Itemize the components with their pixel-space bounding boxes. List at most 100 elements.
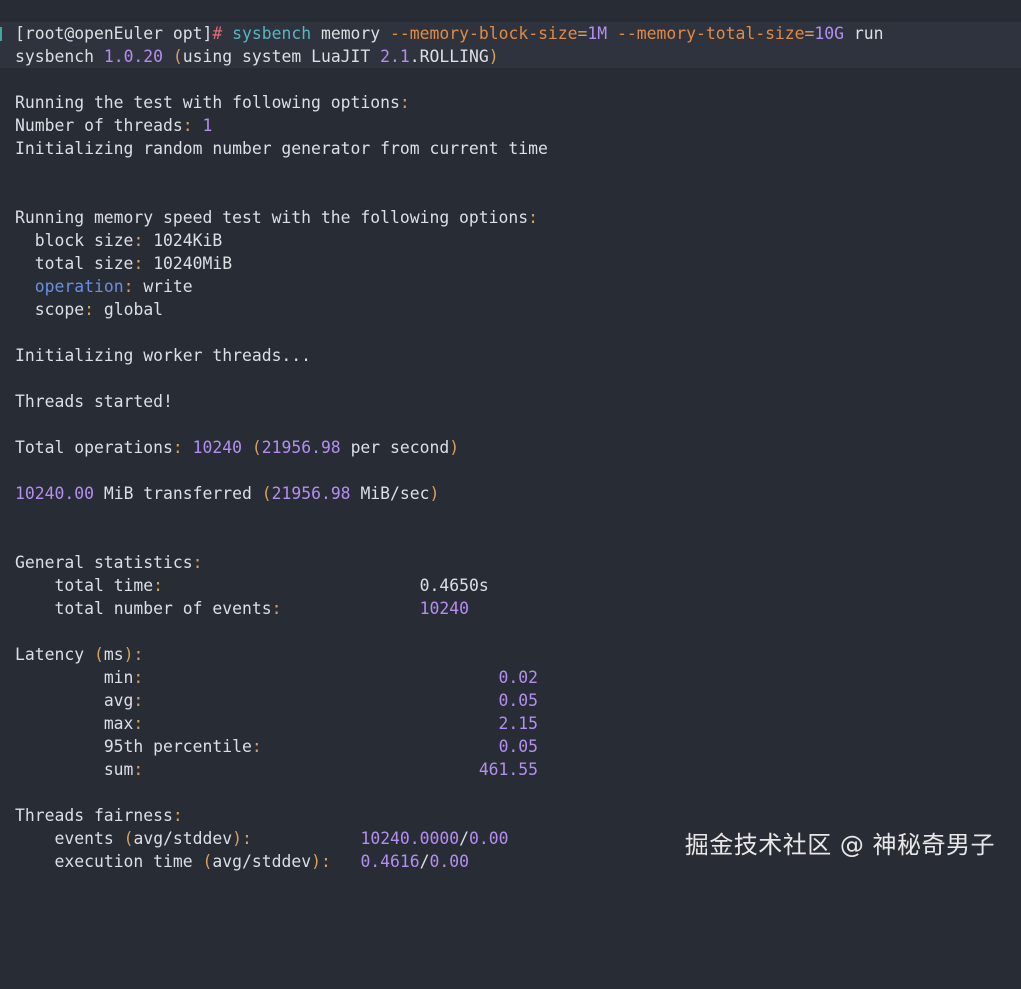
watermark: 掘金技术社区 @ 神秘奇男子 xyxy=(684,831,995,859)
paren-close: ) xyxy=(429,484,440,503)
colon: : xyxy=(242,829,252,848)
latency-row: min: 0.02 xyxy=(15,666,538,689)
flag-total-size-value: 10G xyxy=(814,24,845,43)
prompt-bracket-close: ] xyxy=(202,24,213,43)
luajit-suffix: .ROLLING xyxy=(409,47,489,66)
transferred-text: MiB transferred xyxy=(103,484,252,503)
operation-line: operation: write xyxy=(15,275,193,298)
prompt-line: [root@openEuler opt]# sysbench memory --… xyxy=(15,22,884,45)
command-arg-run: run xyxy=(853,24,884,43)
prompt-user-host: root@openEuler opt xyxy=(24,24,203,43)
operation-value: write xyxy=(143,277,193,296)
threads-started-text: Threads started! xyxy=(15,392,173,411)
total-events-line: total number of events: 10240 xyxy=(15,597,468,620)
colon: : xyxy=(133,254,144,273)
total-time-label: total time xyxy=(54,576,154,595)
version-number: 1.0.20 xyxy=(103,47,164,66)
colon: : xyxy=(320,852,331,871)
exec-value: 0.4616 xyxy=(360,852,420,871)
latency-value: 2.15 xyxy=(498,714,539,733)
colon: : xyxy=(133,691,144,710)
version-line: sysbench 1.0.20 (using system LuaJIT 2.1… xyxy=(15,45,499,68)
paren-open: ( xyxy=(261,484,272,503)
flag-block-size: --memory-block-size xyxy=(390,24,578,43)
latency-header: Latency (ms): xyxy=(15,643,143,666)
transferred-line: 10240.00 MiB transferred (21956.98 MiB/s… xyxy=(15,482,439,505)
exec-stddev: 0.00 xyxy=(429,852,470,871)
paren-open: ( xyxy=(202,852,213,871)
latency-value: 0.05 xyxy=(498,737,539,756)
latency-row: avg: 0.05 xyxy=(15,689,538,712)
colon: : xyxy=(133,760,144,779)
total-ops-unit: per second xyxy=(350,438,450,457)
transferred-rate: 21956.98 xyxy=(271,484,351,503)
total-size-label: total size xyxy=(34,254,134,273)
options-header-text: Running the test with following options xyxy=(15,93,400,112)
threads-label: Number of threads xyxy=(15,116,183,135)
exec-label: execution time xyxy=(54,852,193,871)
total-size-line: total size: 10240MiB xyxy=(15,252,232,275)
block-size-label: block size xyxy=(34,231,134,250)
latency-label: 95th percentile xyxy=(103,737,252,756)
paren-close: ) xyxy=(488,47,499,66)
terminal-window[interactable]: [root@openEuler opt]# sysbench memory --… xyxy=(0,0,1021,884)
colon: : xyxy=(84,300,94,319)
total-events-label: total number of events xyxy=(54,599,272,618)
init-workers-text: Initializing worker threads... xyxy=(15,346,312,365)
paren-open: ( xyxy=(172,47,183,66)
rng-text: Initializing random number generator fro… xyxy=(15,139,548,158)
latency-label: sum xyxy=(103,760,134,779)
paren-close: ) xyxy=(123,645,134,664)
latency-row: 95th percentile: 0.05 xyxy=(15,735,538,758)
flag-eq: = xyxy=(577,24,588,43)
latency-unit: ms xyxy=(103,645,124,664)
total-size-value: 10240MiB xyxy=(153,254,233,273)
paren-close: ) xyxy=(232,829,243,848)
threads-line: Number of threads: 1 xyxy=(15,114,212,137)
colon: : xyxy=(251,737,262,756)
luajit-version: 2.1 xyxy=(380,47,410,66)
colon: : xyxy=(153,576,164,595)
flag-eq: = xyxy=(804,24,815,43)
prompt-bracket-open: [ xyxy=(15,24,25,43)
general-header: General statistics: xyxy=(15,551,203,574)
mem-header-text: Running memory speed test with the follo… xyxy=(15,208,529,227)
latency-label: min xyxy=(103,668,134,687)
paren-close: ) xyxy=(311,852,321,871)
colon: : xyxy=(172,438,183,457)
general-header-text: General statistics xyxy=(15,553,193,572)
colon: : xyxy=(133,668,144,687)
operation-label: operation xyxy=(34,277,124,296)
fairness-exec-line: execution time (avg/stddev): 0.4616/0.00 xyxy=(15,850,469,873)
latency-header-text: Latency xyxy=(15,645,85,664)
transferred-unit: MiB/sec xyxy=(360,484,430,503)
colon: : xyxy=(172,806,183,825)
colon: : xyxy=(133,231,144,250)
total-ops-label: Total operations xyxy=(15,438,173,457)
exec-paren-text: avg/stddev xyxy=(212,852,312,871)
paren-open: ( xyxy=(123,829,134,848)
paren-open: ( xyxy=(251,438,262,457)
fairness-header: Threads fairness: xyxy=(15,804,183,827)
colon: : xyxy=(271,599,282,618)
events-paren-text: avg/stddev xyxy=(133,829,233,848)
colon: : xyxy=(399,93,410,112)
mem-header: Running memory speed test with the follo… xyxy=(15,206,538,229)
latency-label: max xyxy=(103,714,134,733)
latency-value: 0.05 xyxy=(498,691,539,710)
latency-label: avg xyxy=(103,691,134,710)
version-text: using system LuaJIT xyxy=(182,47,371,66)
block-size-value: 1024KiB xyxy=(153,231,223,250)
colon: : xyxy=(182,116,193,135)
latency-row: sum: 461.55 xyxy=(15,758,538,781)
colon: : xyxy=(133,645,144,664)
total-ops-line: Total operations: 10240 (21956.98 per se… xyxy=(15,436,459,459)
rng-line: Initializing random number generator fro… xyxy=(15,137,548,160)
command-arg-memory: memory xyxy=(320,24,381,43)
total-ops-value: 10240 xyxy=(192,438,242,457)
paren-close: ) xyxy=(449,438,460,457)
version-name: sysbench xyxy=(15,47,94,66)
slash: / xyxy=(459,829,470,848)
latency-value: 0.02 xyxy=(498,668,539,687)
slash: / xyxy=(419,852,430,871)
